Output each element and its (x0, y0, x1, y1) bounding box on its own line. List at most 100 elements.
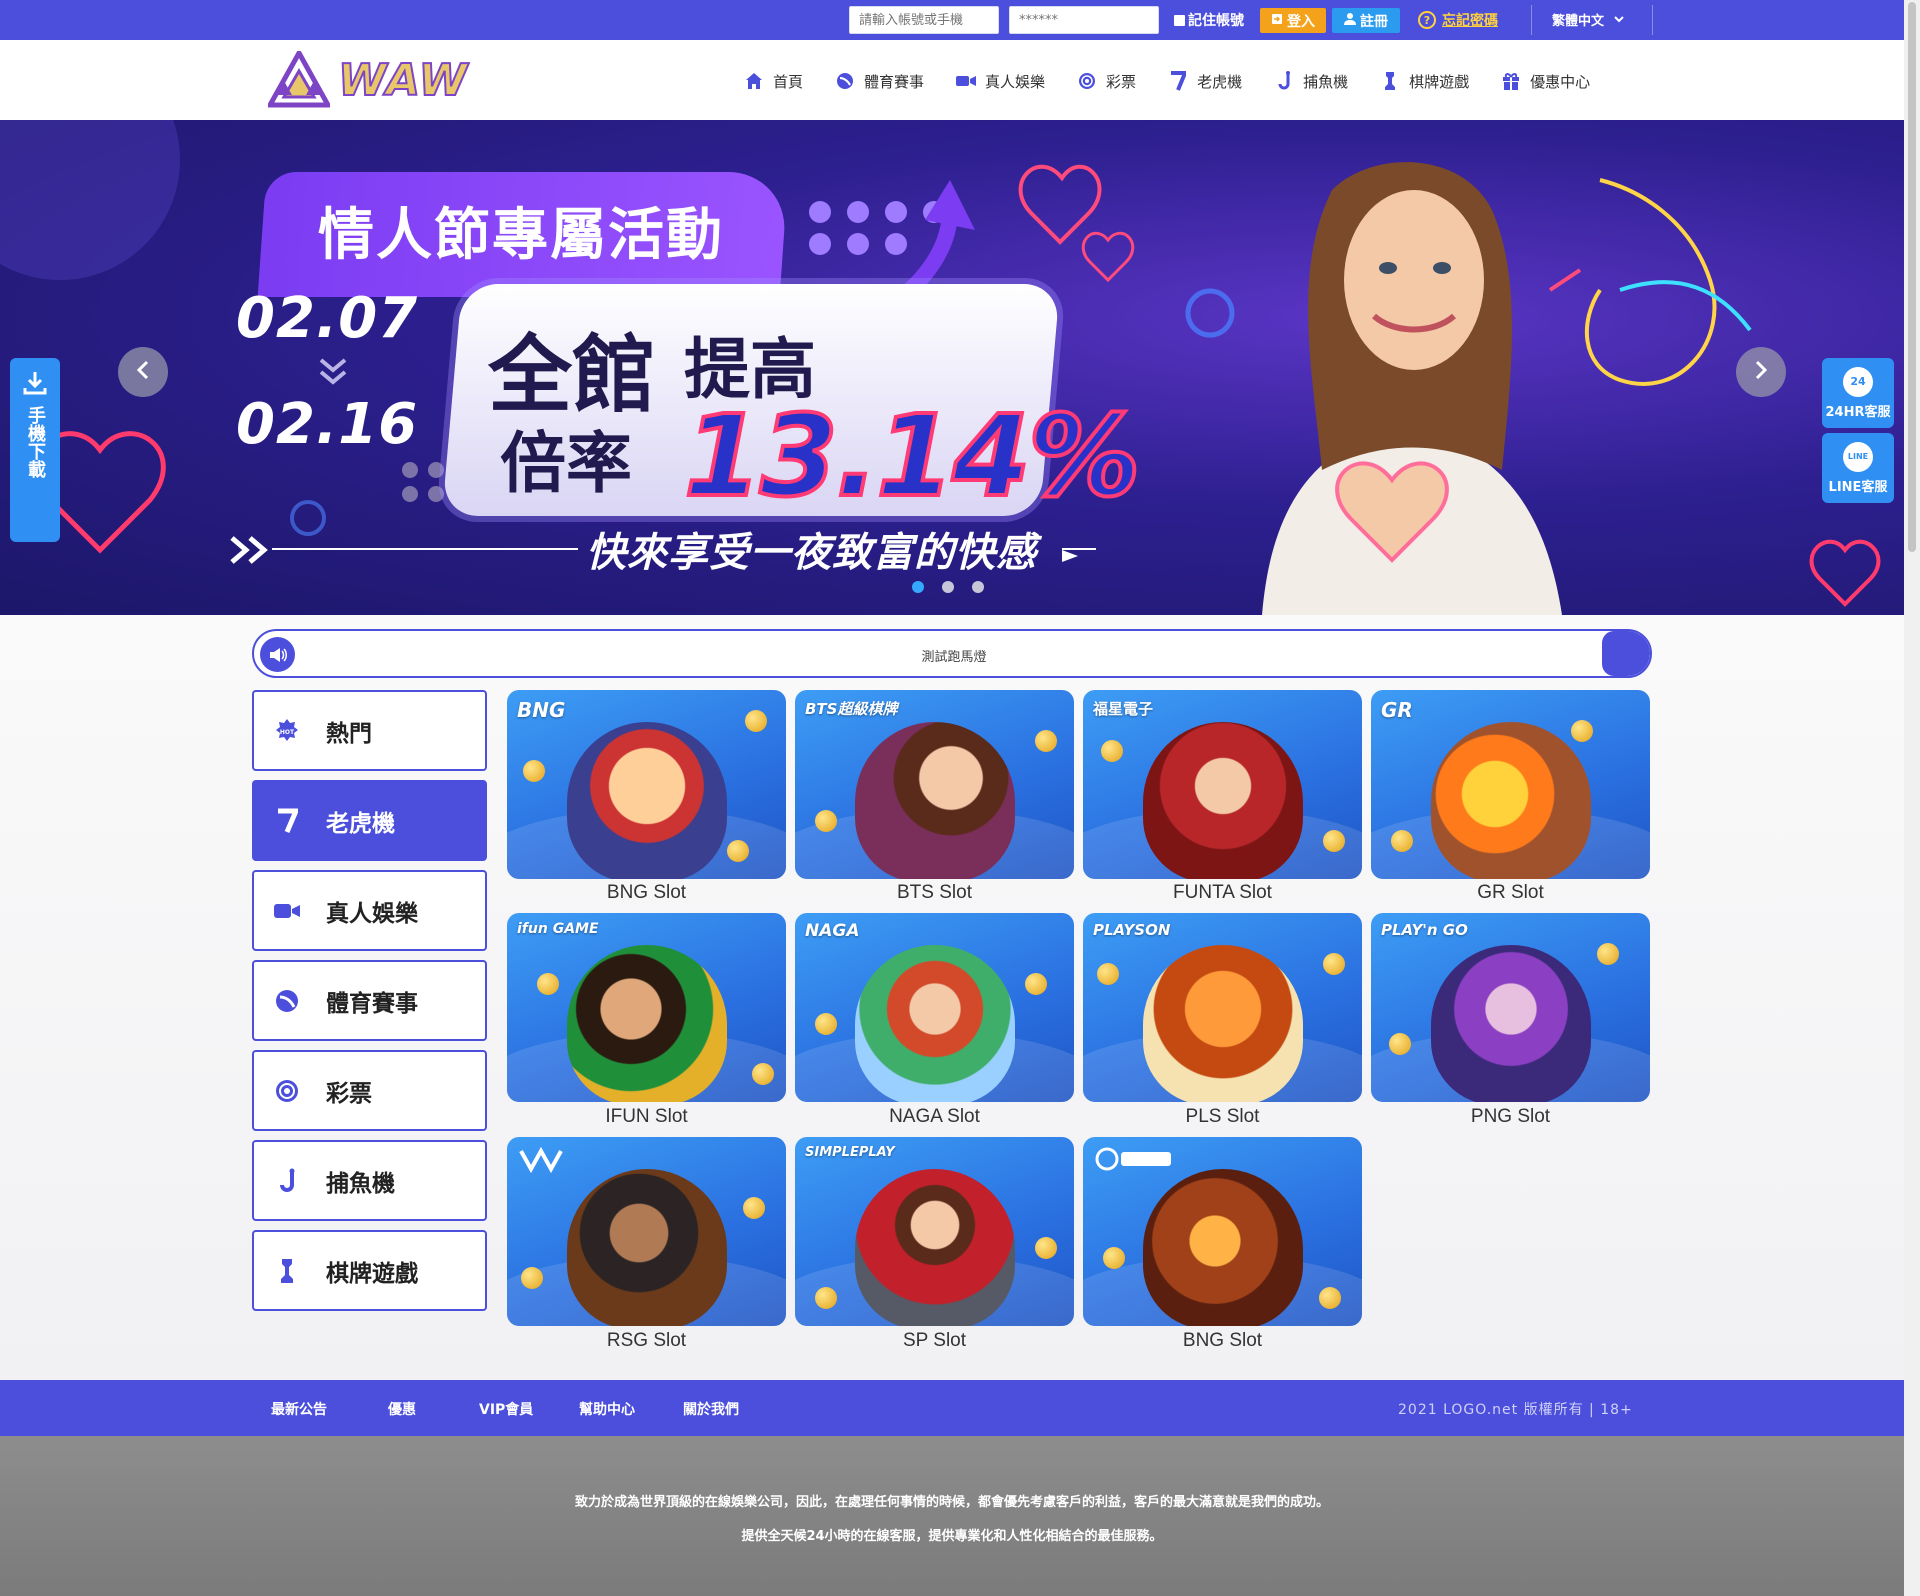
lottery-icon (272, 1076, 302, 1106)
category-slot[interactable]: 老虎機 (252, 780, 487, 861)
coin-icon (727, 840, 749, 862)
hot-icon: HOT (272, 716, 302, 746)
footer-link-news[interactable]: 最新公告 (271, 1399, 327, 1419)
login-button[interactable]: 登入 (1260, 8, 1326, 33)
category-hot[interactable]: HOT 熱門 (252, 690, 487, 771)
register-button[interactable]: 註冊 (1332, 8, 1400, 33)
category-label: 真人娛樂 (326, 900, 418, 927)
forgot-password-link[interactable]: ? 忘記密碼 (1418, 10, 1498, 30)
banner-date-end: 02.16 (236, 392, 419, 457)
game-card-ifun[interactable]: ifun GAME (507, 913, 786, 1102)
game-card-png[interactable]: PLAY'n GO (1371, 913, 1650, 1102)
category-sports[interactable]: 體育賽事 (252, 960, 487, 1041)
copyright: 2021 LOGO.net 版權所有 | 18+ (1398, 1402, 1633, 1418)
category-lottery[interactable]: 彩票 (252, 1050, 487, 1131)
category-fishing[interactable]: 捕魚機 (252, 1140, 487, 1221)
game-brand-logo: NAGA (805, 921, 860, 941)
video-icon (956, 71, 977, 91)
category-chess[interactable]: 棋牌遊戲 (252, 1230, 487, 1311)
home-icon (744, 71, 764, 91)
login-icon (1271, 13, 1283, 29)
category-live[interactable]: 真人娛樂 (252, 870, 487, 951)
game-name[interactable]: GR Slot (1371, 882, 1650, 904)
coin-icon (815, 1287, 837, 1309)
footer-link-vip[interactable]: VIP會員 (479, 1399, 533, 1419)
game-name[interactable]: BTS Slot (795, 882, 1074, 904)
banner-next-button[interactable] (1736, 347, 1786, 397)
coin-icon (1025, 973, 1047, 995)
game-card-bng[interactable]: BNG (507, 690, 786, 879)
banner-dot[interactable] (912, 581, 924, 593)
game-name[interactable]: IFUN Slot (507, 1106, 786, 1128)
nav-item-sports[interactable]: 體育賽事 (835, 68, 924, 94)
mobile-download-button[interactable]: 手機下載 (10, 358, 60, 542)
nav-label: 捕魚機 (1303, 72, 1349, 91)
game-art (1143, 945, 1303, 1102)
cs-24hr-button[interactable]: 24 24HR客服 (1822, 358, 1894, 428)
game-card-gr[interactable]: GR (1371, 690, 1650, 879)
game-name[interactable]: BNG Slot (1083, 1330, 1362, 1352)
coin-icon (1323, 830, 1345, 852)
game-name[interactable]: PNG Slot (1371, 1106, 1650, 1128)
game-card-funta[interactable]: 福星電子 (1083, 690, 1362, 879)
nav-item-slot[interactable]: 老虎機 (1168, 68, 1242, 94)
account-input[interactable] (849, 6, 999, 34)
divider (1531, 5, 1532, 35)
game-card-naga[interactable]: NAGA (795, 913, 1074, 1102)
divider (1652, 5, 1653, 35)
promo-banner[interactable]: 情人節專屬活動 02.07 02.16 全館 提高 倍率 13.14% 快來享受… (0, 120, 1904, 615)
announcement-marquee[interactable]: 測試跑馬燈 (252, 629, 1652, 678)
line-service-button[interactable]: LINE LINE客服 (1822, 433, 1894, 503)
game-art (567, 722, 727, 879)
scrollbar-thumb[interactable] (1908, 2, 1916, 552)
top-bar: 記住帳號 登入 註冊 ? 忘記密碼 繁體中文 (0, 0, 1904, 40)
nav-item-live[interactable]: 真人娛樂 (956, 68, 1045, 94)
game-card-rsg[interactable] (507, 1137, 786, 1326)
remember-account-checkbox[interactable]: 記住帳號 (1174, 11, 1244, 29)
game-card-sp[interactable]: SIMPLEPLAY (795, 1137, 1074, 1326)
banner-dot[interactable] (972, 581, 984, 593)
coin-icon (815, 810, 837, 832)
checkbox-icon (1174, 14, 1185, 26)
nav-label: 首頁 (773, 72, 804, 91)
banner-prev-button[interactable] (118, 347, 168, 397)
footer-link-about[interactable]: 關於我們 (683, 1399, 739, 1419)
game-brand-logo: 福星電子 (1093, 700, 1154, 718)
banner-dot[interactable] (942, 581, 954, 593)
nav-item-lottery[interactable]: 彩票 (1077, 68, 1136, 94)
nav-item-fishing[interactable]: 捕魚機 (1274, 68, 1348, 94)
game-card-pls[interactable]: PLAYSON (1083, 913, 1362, 1102)
game-art (567, 1169, 727, 1326)
nav-item-promotions[interactable]: 優惠中心 (1501, 68, 1590, 94)
nav-item-home[interactable]: 首頁 (744, 68, 803, 94)
game-name[interactable]: RSG Slot (507, 1330, 786, 1352)
chess-icon (1380, 71, 1400, 91)
game-name[interactable]: NAGA Slot (795, 1106, 1074, 1128)
game-name[interactable]: FUNTA Slot (1083, 882, 1362, 904)
sports-icon (835, 71, 855, 91)
coin-icon (743, 1197, 765, 1219)
footer-link-promotions[interactable]: 優惠 (388, 1399, 416, 1419)
game-brand-logo: ifun GAME (517, 921, 599, 937)
gift-icon (1501, 71, 1521, 91)
password-input[interactable] (1009, 6, 1159, 34)
game-art (567, 945, 727, 1102)
line-service-label: LINE客服 (1828, 479, 1888, 495)
category-label: 捕魚機 (326, 1170, 395, 1197)
language-select[interactable]: 繁體中文 (1552, 10, 1624, 29)
game-card-bng-2[interactable] (1083, 1137, 1362, 1326)
game-name[interactable]: SP Slot (795, 1330, 1074, 1352)
question-icon: ? (1418, 11, 1436, 29)
nav-item-chess[interactable]: 棋牌遊戲 (1380, 68, 1469, 94)
page-scrollbar[interactable] (1904, 0, 1920, 1596)
category-label: 老虎機 (326, 810, 395, 837)
game-art (1143, 1169, 1303, 1326)
game-name[interactable]: BNG Slot (507, 882, 786, 904)
svg-text:HOT: HOT (280, 729, 295, 736)
footer-link-help[interactable]: 幫助中心 (579, 1399, 635, 1419)
footer-description-1: 致力於成為世界頂級的在線娛樂公司，因此，在處理任何事情的時候，都會優先考慮客戶的… (574, 1495, 1329, 1510)
site-logo[interactable]: WAW (268, 50, 476, 110)
game-card-bts[interactable]: BTS超級棋牌 (795, 690, 1074, 879)
game-name[interactable]: PLS Slot (1083, 1106, 1362, 1128)
game-brand-logo: BTS超級棋牌 (805, 700, 898, 718)
